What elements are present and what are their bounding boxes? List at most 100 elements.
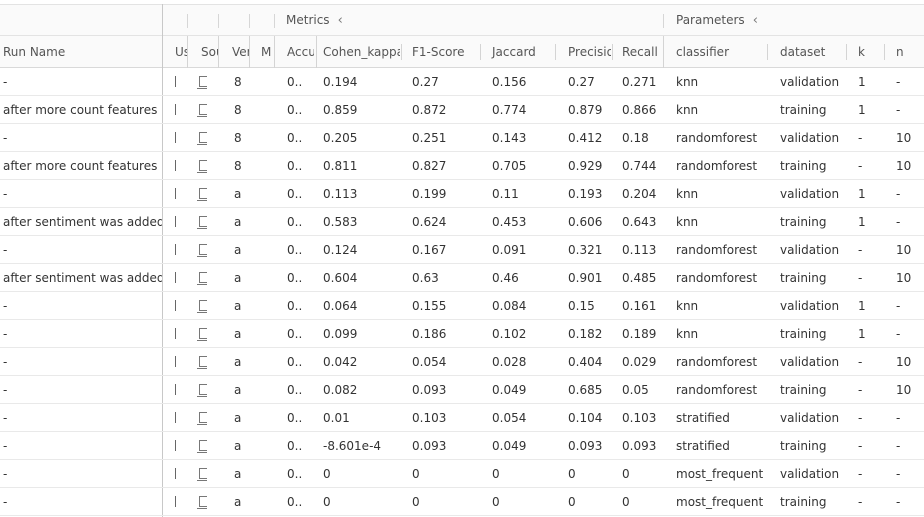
- source-code-icon[interactable]: [197, 496, 207, 509]
- metrics-group-header[interactable]: Metrics ‹: [278, 5, 658, 35]
- header-classifier[interactable]: classifier: [673, 36, 763, 67]
- cell-cohen-kappa: 0.113: [323, 186, 358, 201]
- cell-source[interactable]: [188, 460, 218, 487]
- cell-source[interactable]: [188, 152, 218, 179]
- table-row[interactable]: - 8 0.. 0.205 0.251 0.143 0.412 0.18 randomfores…: [0, 124, 924, 152]
- cell-k: -: [858, 270, 863, 285]
- header-source[interactable]: Sou: [198, 36, 218, 67]
- cell-source[interactable]: [188, 292, 218, 319]
- cell-source[interactable]: [188, 236, 218, 263]
- cell-classifier: randomforest: [676, 382, 758, 397]
- table-row[interactable]: - a 0.. 0.099 0.186 0.102 0.182 0.189 knn trainin…: [0, 320, 924, 348]
- header-accuracy[interactable]: Accu: [284, 36, 314, 67]
- header-f1-score[interactable]: F1-Score: [409, 36, 479, 67]
- cell-run-name[interactable]: -: [0, 180, 162, 207]
- cell-source[interactable]: [188, 96, 218, 123]
- cell-accuracy: 0..: [287, 494, 303, 509]
- table-row[interactable]: - a 0.. -8.601e-4 0.093 0.049 0.093 0.093 strati…: [0, 432, 924, 460]
- header-dataset[interactable]: dataset: [777, 36, 843, 67]
- source-code-icon[interactable]: [197, 412, 207, 425]
- source-code-icon[interactable]: [197, 440, 207, 453]
- table-row[interactable]: - 8 0.. 0.194 0.27 0.156 0.27 0.271 knn validatio…: [0, 68, 924, 96]
- table-row[interactable]: after sentiment was added a 0.. 0.604 0.63 0.…: [0, 264, 924, 292]
- cell-jaccard: 0.091: [492, 242, 527, 257]
- cell-run-name[interactable]: after sentiment was added: [0, 264, 162, 291]
- table-row[interactable]: - a 0.. 0 0 0 0 0 most_frequent training - -: [0, 488, 924, 516]
- source-code-icon[interactable]: [197, 216, 207, 229]
- cell-source[interactable]: [188, 264, 218, 291]
- source-code-icon[interactable]: [197, 132, 207, 145]
- cell-run-name[interactable]: after sentiment was added: [0, 208, 162, 235]
- header-user[interactable]: Us: [172, 36, 188, 67]
- chevron-left-icon[interactable]: ‹: [753, 13, 758, 28]
- cell-run-name[interactable]: -: [0, 348, 162, 375]
- cell-source[interactable]: [188, 180, 218, 207]
- table-row[interactable]: after sentiment was added a 0.. 0.583 0.624 0…: [0, 208, 924, 236]
- header-jaccard[interactable]: Jaccard: [489, 36, 551, 67]
- header-models[interactable]: M: [258, 36, 274, 67]
- cell-source[interactable]: [188, 404, 218, 431]
- table-row[interactable]: - a 0.. 0 0 0 0 0 most_frequent validation - -: [0, 460, 924, 488]
- cell-run-name[interactable]: -: [0, 320, 162, 347]
- header-run-name[interactable]: Run Name: [0, 36, 162, 67]
- table-row[interactable]: - a 0.. 0.042 0.054 0.028 0.404 0.029 randomfore…: [0, 348, 924, 376]
- source-code-icon[interactable]: [197, 76, 207, 89]
- cell-run-name[interactable]: -: [0, 124, 162, 151]
- cell-precision: 0.193: [568, 186, 603, 201]
- cell-run-name[interactable]: -: [0, 236, 162, 263]
- header-cohen-kappa[interactable]: Cohen_kappa: [320, 36, 400, 67]
- cell-version: a: [234, 326, 242, 341]
- parameters-group-header[interactable]: Parameters ‹: [668, 5, 924, 35]
- header-n[interactable]: n: [893, 36, 924, 67]
- table-row[interactable]: - a 0.. 0.082 0.093 0.049 0.685 0.05 randomfores…: [0, 376, 924, 404]
- cell-f1-score: 0.093: [412, 382, 447, 397]
- cell-source[interactable]: [188, 432, 218, 459]
- cell-run-name[interactable]: -: [0, 432, 162, 459]
- cell-run-name[interactable]: after more count features: [0, 152, 162, 179]
- source-code-icon[interactable]: [197, 356, 207, 369]
- cell-source[interactable]: [188, 208, 218, 235]
- cell-run-name[interactable]: -: [0, 460, 162, 487]
- cell-source[interactable]: [188, 488, 218, 515]
- source-code-icon[interactable]: [197, 468, 207, 481]
- source-code-icon[interactable]: [197, 328, 207, 341]
- table-row[interactable]: after more count features 8 0.. 0.811 0.827 0…: [0, 152, 924, 180]
- chevron-left-icon[interactable]: ‹: [338, 13, 343, 28]
- cell-source[interactable]: [188, 320, 218, 347]
- table-row[interactable]: - a 0.. 0.113 0.199 0.11 0.193 0.204 knn validati…: [0, 180, 924, 208]
- header-version[interactable]: Ver: [229, 36, 249, 67]
- table-row[interactable]: after more count features 8 0.. 0.859 0.872 0…: [0, 96, 924, 124]
- table-row[interactable]: - a 0.. 0.064 0.155 0.084 0.15 0.161 knn validati…: [0, 292, 924, 320]
- source-code-icon[interactable]: [197, 272, 207, 285]
- source-code-icon[interactable]: [197, 104, 207, 117]
- cell-n: -: [896, 74, 901, 89]
- cell-source[interactable]: [188, 376, 218, 403]
- cell-source[interactable]: [188, 68, 218, 95]
- cell-version: a: [234, 270, 242, 285]
- source-code-icon[interactable]: [197, 300, 207, 313]
- cell-n: -: [896, 466, 901, 481]
- cell-models: [250, 264, 274, 291]
- cell-run-name[interactable]: after more count features: [0, 96, 162, 123]
- cell-k: -: [858, 242, 863, 257]
- column-group-header-row: Metrics ‹ Parameters ‹: [0, 4, 924, 36]
- cell-recall: 0.093: [622, 438, 657, 453]
- header-k[interactable]: k: [855, 36, 891, 67]
- source-code-icon[interactable]: [197, 188, 207, 201]
- cell-run-name[interactable]: -: [0, 68, 162, 95]
- cell-run-name[interactable]: -: [0, 376, 162, 403]
- table-row[interactable]: - a 0.. 0.01 0.103 0.054 0.104 0.103 stratified v…: [0, 404, 924, 432]
- cell-classifier: knn: [676, 326, 699, 341]
- user-marker-icon: [175, 384, 176, 395]
- source-code-icon[interactable]: [197, 384, 207, 397]
- cell-run-name[interactable]: -: [0, 292, 162, 319]
- header-precision[interactable]: Precisio: [565, 36, 611, 67]
- cell-source[interactable]: [188, 124, 218, 151]
- table-row[interactable]: - a 0.. 0.124 0.167 0.091 0.321 0.113 randomfore…: [0, 236, 924, 264]
- cell-source[interactable]: [188, 348, 218, 375]
- source-code-icon[interactable]: [197, 160, 207, 173]
- source-code-icon[interactable]: [197, 244, 207, 257]
- cell-run-name[interactable]: -: [0, 488, 162, 515]
- header-recall[interactable]: Recall: [619, 36, 661, 67]
- cell-run-name[interactable]: -: [0, 404, 162, 431]
